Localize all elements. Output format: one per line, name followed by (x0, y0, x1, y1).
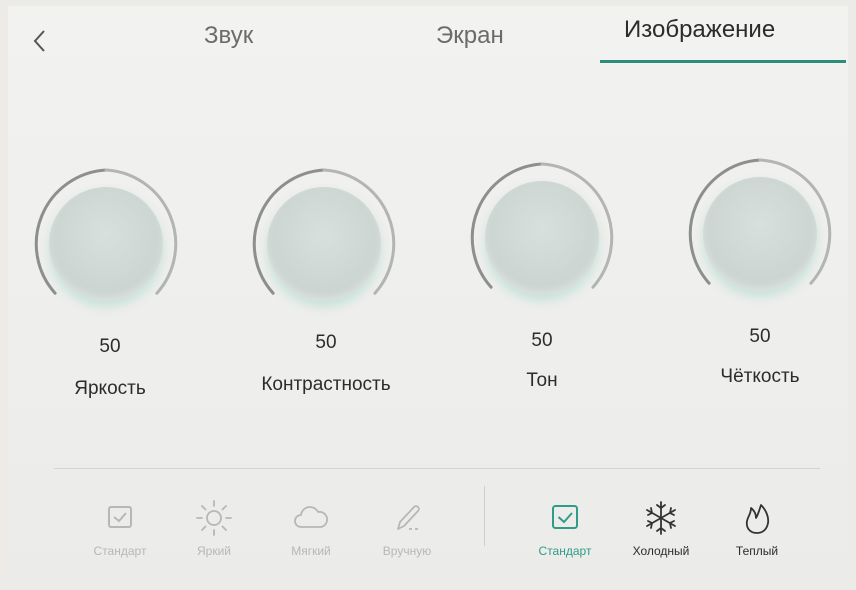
pencil-icon (362, 498, 452, 538)
mode-manual-label: Вручную (382, 544, 432, 558)
check-box-icon (520, 498, 610, 538)
mode-manual-button[interactable]: Вручную (362, 498, 452, 558)
sharpness-label: Чёткость (720, 366, 800, 387)
sharpness-knob[interactable] (680, 154, 840, 314)
contrast-knob-handle[interactable] (267, 187, 381, 301)
picture-settings-screen: Звук Экран Изображение 50 Яркость 50 Кон… (8, 6, 848, 584)
sharpness-value: 50 (749, 326, 771, 347)
mode-vivid-button[interactable]: Яркий (169, 498, 259, 558)
active-tab-indicator (600, 60, 846, 63)
tone-knob[interactable] (462, 158, 622, 318)
brightness-label: Яркость (74, 378, 146, 399)
snowflake-icon (616, 498, 706, 538)
check-box-icon (75, 498, 165, 538)
tone-value: 50 (531, 330, 553, 351)
tone-label: Тон (526, 370, 558, 391)
mode-soft-button[interactable]: Мягкий (266, 498, 356, 558)
contrast-label: Контрастность (261, 374, 391, 395)
mode-vivid-label: Яркий (197, 544, 231, 558)
contrast-value: 50 (315, 332, 337, 353)
sun-icon (169, 498, 259, 538)
vertical-divider (484, 486, 485, 546)
mode-standard-button[interactable]: Стандарт (75, 498, 165, 558)
brightness-value: 50 (99, 336, 121, 357)
temp-warm-button[interactable]: Теплый (712, 498, 802, 558)
sharpness-knob-handle[interactable] (703, 177, 817, 291)
temp-cool-label: Холодный (632, 544, 690, 558)
divider (54, 468, 820, 469)
contrast-knob[interactable] (244, 164, 404, 324)
temp-warm-label: Теплый (735, 544, 779, 558)
temp-standard-button[interactable]: Стандарт (520, 498, 610, 558)
tab-screen[interactable]: Экран (436, 22, 504, 50)
tab-sound[interactable]: Звук (204, 22, 253, 50)
back-arrow-icon[interactable] (30, 28, 50, 54)
brightness-knob-handle[interactable] (49, 187, 163, 301)
temp-standard-label: Стандарт (538, 544, 592, 558)
brightness-knob[interactable] (26, 164, 186, 324)
mode-soft-label: Мягкий (291, 544, 331, 558)
mode-standard-label: Стандарт (93, 544, 147, 558)
tone-knob-handle[interactable] (485, 181, 599, 295)
tab-picture[interactable]: Изображение (624, 16, 775, 44)
flame-icon (712, 498, 802, 538)
cloud-icon (266, 498, 356, 538)
temp-cool-button[interactable]: Холодный (616, 498, 706, 558)
